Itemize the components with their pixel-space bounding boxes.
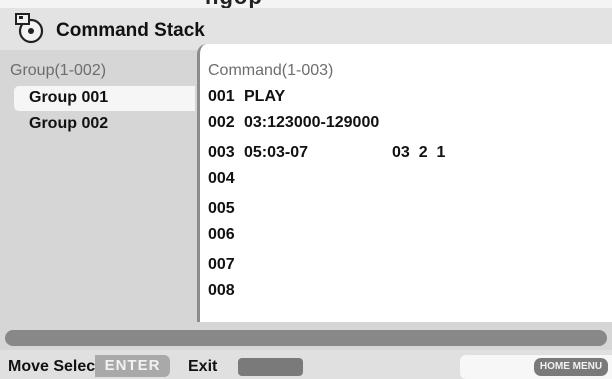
top-clipped-strip: ngop: [0, 0, 612, 8]
command-row[interactable]: 008: [208, 282, 598, 304]
command-list-panel: Command(1-003) 001 PLAY 002 03:123000-12…: [197, 44, 612, 322]
command-number: 001: [208, 88, 235, 105]
clipped-title-text: ngop: [205, 0, 263, 8]
command-number: 005: [208, 200, 235, 217]
move-select-label: Move Select: [8, 358, 101, 375]
command-text: PLAY: [244, 88, 286, 105]
command-text: 05:03-07: [244, 144, 309, 161]
home-menu-area: HOME MENU: [460, 355, 612, 379]
command-number: 008: [208, 282, 235, 299]
status-bar: [5, 330, 607, 346]
group-item-001[interactable]: Group 001: [14, 86, 195, 111]
command-number: 004: [208, 170, 235, 187]
exit-label: Exit: [188, 358, 218, 375]
command-extra: 03 2 1: [392, 144, 446, 161]
group-list-panel: Group(1-002) Group 001 Group 002: [0, 50, 197, 322]
command-stack-icon: [13, 12, 49, 44]
command-row[interactable]: 002 03:123000-129000: [208, 114, 598, 136]
command-number: 007: [208, 256, 235, 273]
command-number: 002: [208, 114, 235, 131]
command-row[interactable]: 005: [208, 200, 598, 222]
command-row[interactable]: 007: [208, 256, 598, 278]
enter-button[interactable]: ENTER: [95, 355, 170, 377]
exit-button[interactable]: [238, 358, 303, 376]
group-range-label: Group(1-002): [10, 62, 107, 79]
command-text: 03:123000-129000: [244, 114, 380, 131]
command-row[interactable]: 006: [208, 226, 598, 248]
group-item-label: Group 002: [29, 115, 109, 132]
page-title: Command Stack: [56, 20, 205, 41]
command-range-label: Command(1-003): [208, 62, 334, 79]
command-row[interactable]: 001 PLAY: [208, 88, 598, 110]
command-row[interactable]: 003 05:03-07 03 2 1: [208, 144, 598, 166]
group-item-label: Group 001: [29, 89, 109, 106]
command-number: 003: [208, 144, 235, 161]
group-item-002[interactable]: Group 002: [14, 112, 195, 137]
footer-bar: Move Select ENTER Exit HOME MENU: [0, 350, 612, 379]
home-menu-button[interactable]: HOME MENU: [534, 358, 608, 376]
command-row[interactable]: 004: [208, 170, 598, 192]
command-number: 006: [208, 226, 235, 243]
